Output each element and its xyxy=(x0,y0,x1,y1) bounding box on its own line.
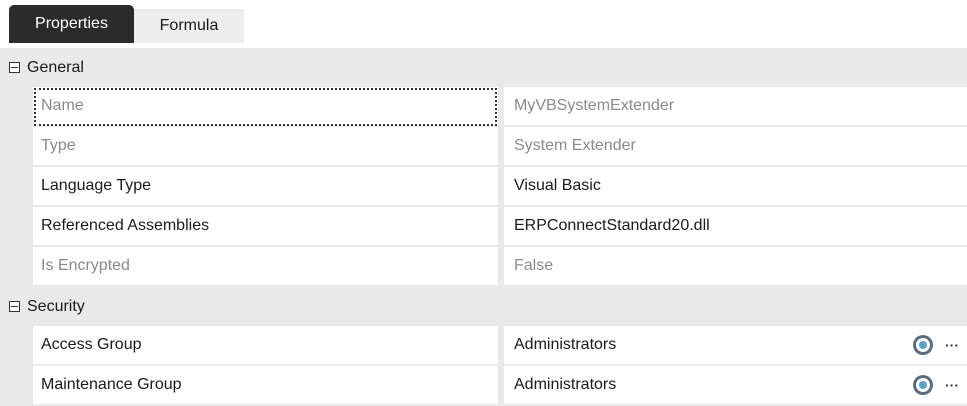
property-row-access-group[interactable]: Access Group Administrators ··· xyxy=(0,326,967,366)
property-value[interactable]: ERPConnectStandard20.dll xyxy=(504,207,967,247)
property-value: Administrators xyxy=(514,336,617,353)
property-row-maintenance-group[interactable]: Maintenance Group Administrators ··· xyxy=(0,366,967,406)
minus-box-icon[interactable] xyxy=(9,301,20,312)
value-buttons: ··· xyxy=(913,326,963,364)
property-name[interactable]: Name xyxy=(33,87,498,127)
property-name[interactable]: Maintenance Group xyxy=(33,366,498,406)
property-name[interactable]: Is Encrypted xyxy=(33,247,498,287)
property-name[interactable]: Referenced Assemblies xyxy=(33,207,498,247)
property-name[interactable]: Language Type xyxy=(33,167,498,207)
property-value: Administrators xyxy=(514,376,617,393)
globe-icon[interactable] xyxy=(913,375,933,395)
tab-formula[interactable]: Formula xyxy=(134,9,244,43)
property-row-type[interactable]: Type System Extender xyxy=(0,127,967,167)
value-buttons: ··· xyxy=(913,366,963,404)
property-name[interactable]: Access Group xyxy=(33,326,498,366)
property-row-name[interactable]: Name MyVBSystemExtender xyxy=(0,87,967,127)
property-value[interactable]: Visual Basic xyxy=(504,167,967,207)
group-header-general[interactable]: General xyxy=(0,48,967,87)
tab-properties[interactable]: Properties xyxy=(9,5,134,43)
property-value-field[interactable]: Administrators ··· xyxy=(504,366,967,406)
minus-box-icon[interactable] xyxy=(9,62,20,73)
group-header-security[interactable]: Security xyxy=(0,287,967,326)
globe-icon[interactable] xyxy=(913,335,933,355)
property-value[interactable]: System Extender xyxy=(504,127,967,167)
property-value[interactable]: MyVBSystemExtender xyxy=(504,87,967,127)
group-label-general: General xyxy=(27,58,84,76)
group-label-security: Security xyxy=(27,297,85,315)
property-value-field[interactable]: Administrators ··· xyxy=(504,326,967,366)
ellipsis-button[interactable]: ··· xyxy=(941,334,963,356)
property-value[interactable]: False xyxy=(504,247,967,287)
ellipsis-button[interactable]: ··· xyxy=(941,374,963,396)
property-row-language-type[interactable]: Language Type Visual Basic xyxy=(0,167,967,207)
tab-strip: Properties Formula xyxy=(9,5,244,43)
property-row-referenced-assemblies[interactable]: Referenced Assemblies ERPConnectStandard… xyxy=(0,207,967,247)
property-grid: General Name MyVBSystemExtender Type Sys… xyxy=(0,48,967,406)
property-row-is-encrypted[interactable]: Is Encrypted False xyxy=(0,247,967,287)
property-name[interactable]: Type xyxy=(33,127,498,167)
